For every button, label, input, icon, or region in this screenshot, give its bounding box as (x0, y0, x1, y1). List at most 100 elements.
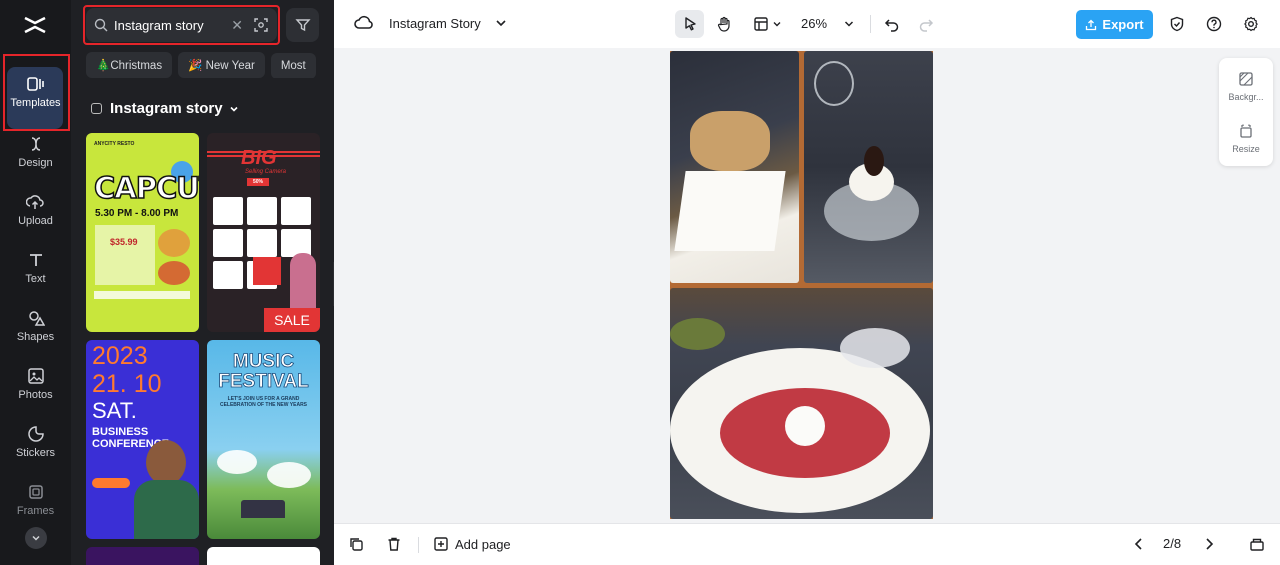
previous-page-button[interactable] (1132, 536, 1146, 552)
highlight-box-search (83, 5, 280, 45)
photos-icon (27, 368, 44, 384)
upload-icon (26, 195, 45, 209)
template-card-camera-sale[interactable]: BIG Selling Camera 50% SALE (207, 133, 320, 332)
template-card-business-conference[interactable]: 2023 21. 10 SAT. BUSINESS CONFERENCE (86, 340, 199, 539)
template-card-partial[interactable] (207, 547, 320, 565)
help-button[interactable] (1203, 10, 1225, 38)
rail-label-design: Design (18, 157, 53, 169)
instagram-icon (91, 103, 102, 114)
duplicate-icon (350, 538, 363, 551)
add-page-button[interactable]: Add page (433, 536, 511, 552)
layout-menu-button[interactable] (748, 10, 786, 38)
delete-page-button[interactable] (386, 536, 402, 552)
shield-button[interactable] (1166, 10, 1188, 38)
capcut-logo-icon (24, 16, 46, 34)
pointer-icon (684, 17, 696, 31)
rail-label-frames: Frames (16, 505, 55, 517)
filter-icon (294, 19, 311, 32)
top-bar: Instagram Story 26% Export (334, 0, 1280, 48)
rail-label-photos: Photos (18, 389, 53, 401)
add-page-icon (434, 537, 448, 551)
rail-item-text[interactable]: Text (0, 240, 71, 296)
page-indicator-text: 2/8 (1163, 536, 1182, 551)
document-name[interactable]: Instagram Story (389, 16, 481, 31)
rail-more-button[interactable] (25, 527, 47, 549)
stickers-icon (27, 426, 44, 442)
select-tool-button[interactable] (675, 10, 704, 38)
chevron-right-icon (1206, 538, 1214, 550)
redo-icon (919, 19, 934, 32)
template-card-music-festival[interactable]: MUSIC FESTIVAL LET'S JOIN US FOR A GRAND… (207, 340, 320, 539)
template-card-partial[interactable] (86, 547, 199, 565)
zoom-level[interactable]: 26% (801, 16, 827, 31)
rail-item-stickers[interactable]: Stickers (0, 414, 71, 470)
chevron-down-icon[interactable] (494, 15, 508, 31)
help-icon (1206, 16, 1222, 32)
template-price: $35.99 (110, 237, 138, 247)
layout-icon (753, 17, 768, 31)
section-title-text: Instagram story (110, 100, 223, 117)
templates-panel: Instagram story ✕ 🎄Christmas 🎉 New Year Mo… (71, 0, 334, 565)
duplicate-page-button[interactable] (348, 536, 364, 552)
undo-button[interactable] (880, 10, 904, 38)
rail-item-photos[interactable]: Photos (0, 356, 71, 412)
resize-label: Resize (1232, 143, 1260, 154)
photo-carpaccio-plate[interactable] (670, 288, 933, 519)
chip-new-year[interactable]: 🎉 New Year (178, 52, 265, 78)
template-menu-block (95, 225, 155, 285)
chevron-down-icon (844, 21, 854, 27)
canvas-area[interactable] (334, 48, 1280, 521)
export-button[interactable]: Export (1076, 10, 1153, 39)
export-label: Export (1102, 17, 1144, 32)
rail-item-upload[interactable]: Upload (0, 182, 71, 238)
cloud-sync-icon[interactable] (354, 14, 374, 32)
export-icon (1086, 19, 1097, 30)
template-text: ANYCITY RESTO (94, 141, 135, 147)
template-badge: 50% (247, 178, 270, 186)
rail-item-frames[interactable]: Frames (0, 472, 71, 528)
bottom-bar: Add page 2/8 (334, 523, 1280, 565)
rail-label-text: Text (25, 273, 46, 285)
chip-christmas[interactable]: 🎄Christmas (86, 52, 173, 78)
template-day: SAT. (92, 398, 137, 423)
category-chips: 🎄Christmas 🎉 New Year Most (86, 52, 326, 78)
pages-panel-button[interactable] (1249, 536, 1265, 552)
photo-dessert-glass[interactable] (804, 51, 933, 283)
settings-button[interactable] (1240, 10, 1262, 38)
template-time: 5.30 PM - 8.00 PM (95, 208, 179, 219)
template-person-head (146, 440, 186, 485)
rail-item-shapes[interactable]: Shapes (0, 298, 71, 354)
resize-tool-button[interactable]: Resize (1219, 112, 1273, 164)
template-person-body (134, 480, 199, 539)
text-icon (29, 254, 42, 266)
shield-icon (1170, 16, 1184, 32)
undo-icon (884, 19, 899, 32)
chevron-down-icon (773, 22, 780, 27)
template-cloud (267, 462, 311, 488)
template-model-image (290, 253, 316, 308)
chip-most[interactable]: Most (270, 53, 316, 78)
template-button-shape (92, 478, 130, 488)
add-page-label: Add page (455, 536, 511, 552)
hand-tool-button[interactable] (709, 10, 738, 38)
side-tools-panel: Backgr... Resize (1219, 58, 1273, 166)
background-tool-button[interactable]: Backgr... (1219, 60, 1273, 112)
template-sale-label: SALE (264, 308, 320, 332)
rail-item-design[interactable]: Design (0, 124, 71, 180)
highlight-box-templates (3, 54, 70, 131)
zoom-dropdown[interactable] (839, 10, 859, 38)
section-title[interactable]: Instagram story (91, 100, 240, 117)
filter-button[interactable] (286, 8, 319, 42)
next-page-button[interactable] (1202, 536, 1216, 552)
chevron-left-icon (1134, 538, 1142, 550)
template-title: BIG (241, 147, 277, 169)
template-food-image (158, 229, 190, 257)
redo-button[interactable] (914, 10, 938, 38)
rail-label-upload: Upload (18, 215, 53, 227)
photo-bread-basket[interactable] (670, 51, 799, 283)
template-year: 2023 (92, 342, 148, 370)
template-card-capcut-resto[interactable]: ANYCITY RESTO CAPCUT 5.30 PM - 8.00 PM $… (86, 133, 199, 332)
design-page[interactable] (670, 51, 933, 519)
template-title: CAPCUT (93, 170, 199, 206)
chevron-down-icon (32, 535, 40, 541)
